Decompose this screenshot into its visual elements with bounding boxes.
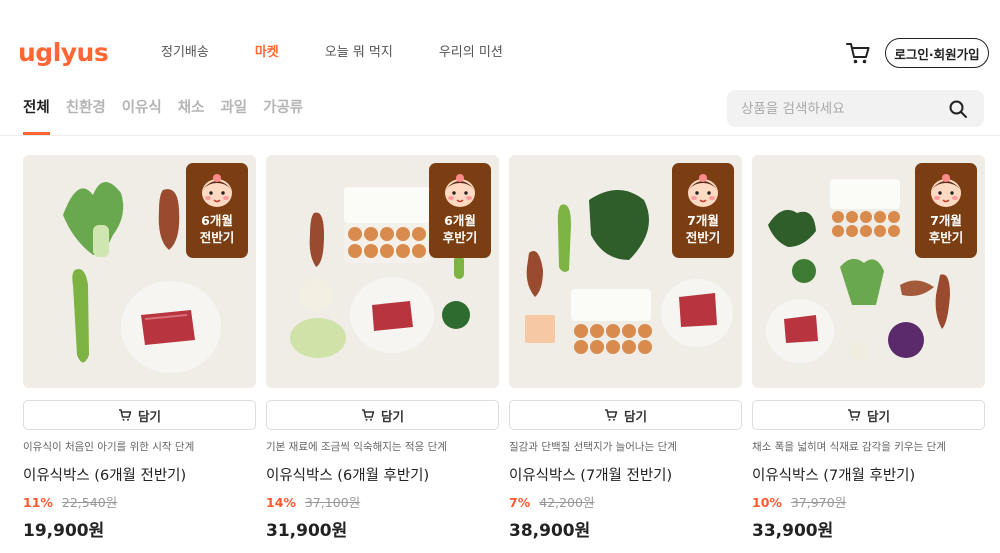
tab-processed[interactable]: 가공류: [263, 98, 303, 135]
discount-rate: 10%: [752, 495, 782, 510]
nav-item-what-to-eat[interactable]: 오늘 뭐 먹지: [325, 44, 393, 62]
price-row: 7% 42,200원: [509, 495, 742, 511]
nav-item-subscription[interactable]: 정기배송: [161, 44, 209, 62]
add-to-cart-label: 담기: [137, 408, 161, 424]
product-description: 이유식이 처음인 아기를 위한 시작 단계: [23, 441, 195, 453]
search-input[interactable]: [741, 90, 941, 127]
discount-rate: 14%: [266, 495, 296, 510]
sale-price: 31,900원: [266, 521, 348, 541]
main-nav: 정기배송 마켓 오늘 뭐 먹지 우리의 미션: [161, 44, 549, 62]
search-box: [727, 90, 984, 127]
cart-icon: [361, 409, 375, 421]
add-to-cart-label: 담기: [623, 408, 647, 424]
product-name[interactable]: 이유식박스 (7개월 전반기): [509, 466, 742, 486]
search-icon[interactable]: [948, 99, 968, 119]
cart-icon: [604, 409, 618, 421]
age-badge: 7개월 후반기: [915, 163, 977, 258]
tab-vegetables[interactable]: 채소: [178, 98, 205, 135]
age-badge: 6개월 전반기: [186, 163, 248, 258]
cart-icon: [118, 409, 132, 421]
sale-price: 38,900원: [509, 521, 591, 541]
product-card: 6개월 전반기 담기 이유식이 처음인 아기를 위한 시작 단계 이유식박스 (…: [23, 155, 256, 542]
product-description: 질감과 단백질 선택지가 늘어나는 단계: [509, 441, 677, 453]
price-row: 10% 37,970원: [752, 495, 985, 511]
product-image[interactable]: 7개월 전반기: [509, 155, 742, 388]
original-price: 42,200원: [539, 495, 595, 510]
baby-face-icon: [688, 174, 718, 207]
category-tabs: 전체 친환경 이유식 채소 과일 가공류: [23, 98, 319, 135]
product-card: 7개월 후반기 담기 채소 폭을 넓히며 식재료 감각을 키우는 단계 이유식박…: [752, 155, 985, 542]
product-card: 6개월 후반기 담기 기본 재료에 조금씩 익숙해지는 적응 단계 이유식박스 …: [266, 155, 499, 542]
add-to-cart-label: 담기: [380, 408, 404, 424]
baby-face-icon: [931, 174, 961, 207]
discount-rate: 11%: [23, 495, 53, 510]
add-to-cart-button[interactable]: 담기: [509, 400, 742, 430]
age-badge-label: 6개월 전반기: [199, 213, 235, 245]
original-price: 37,100원: [304, 495, 361, 510]
tab-fruits[interactable]: 과일: [220, 98, 247, 135]
tab-eco[interactable]: 친환경: [66, 98, 106, 135]
add-to-cart-label: 담기: [866, 408, 890, 424]
product-card: 7개월 전반기 담기 질감과 단백질 선택지가 늘어나는 단계 이유식박스 (7…: [509, 155, 742, 542]
age-badge-label: 7개월 후반기: [928, 213, 964, 245]
age-badge: 6개월 후반기: [429, 163, 491, 258]
cart-icon[interactable]: [845, 40, 871, 66]
product-description: 기본 재료에 조금씩 익숙해지는 적응 단계: [266, 441, 447, 453]
product-description: 채소 폭을 넓히며 식재료 감각을 키우는 단계: [752, 441, 946, 453]
nav-item-market[interactable]: 마켓: [255, 44, 279, 62]
add-to-cart-button[interactable]: 담기: [23, 400, 256, 430]
cart-icon: [847, 409, 861, 421]
age-badge: 7개월 전반기: [672, 163, 734, 258]
product-name[interactable]: 이유식박스 (6개월 후반기): [266, 466, 499, 486]
product-name[interactable]: 이유식박스 (7개월 후반기): [752, 466, 985, 486]
login-signup-button[interactable]: 로그인·회원가입: [885, 38, 989, 68]
original-price: 37,970원: [790, 495, 847, 510]
product-image[interactable]: 6개월 후반기: [266, 155, 499, 388]
age-badge-label: 7개월 전반기: [685, 213, 721, 245]
sale-price: 19,900원: [23, 521, 105, 541]
tab-all[interactable]: 전체: [23, 98, 50, 135]
add-to-cart-button[interactable]: 담기: [266, 400, 499, 430]
baby-face-icon: [202, 174, 232, 207]
age-badge-label: 6개월 후반기: [442, 213, 478, 245]
baby-face-icon: [445, 174, 475, 207]
product-image[interactable]: 6개월 전반기: [23, 155, 256, 388]
site-header: uglyus 정기배송 마켓 오늘 뭐 먹지 우리의 미션 로그인·회원가입: [0, 0, 1000, 80]
sale-price: 33,900원: [752, 521, 834, 541]
price-row: 11% 22,540원: [23, 495, 256, 511]
uglyus-logo[interactable]: uglyus: [18, 38, 109, 68]
original-price: 22,540원: [61, 495, 118, 510]
price-row: 14% 37,100원: [266, 495, 499, 511]
product-image[interactable]: 7개월 후반기: [752, 155, 985, 388]
product-name[interactable]: 이유식박스 (6개월 전반기): [23, 466, 256, 486]
add-to-cart-button[interactable]: 담기: [752, 400, 985, 430]
tab-baby-food[interactable]: 이유식: [122, 98, 162, 135]
discount-rate: 7%: [509, 495, 531, 510]
nav-item-mission[interactable]: 우리의 미션: [439, 44, 503, 62]
